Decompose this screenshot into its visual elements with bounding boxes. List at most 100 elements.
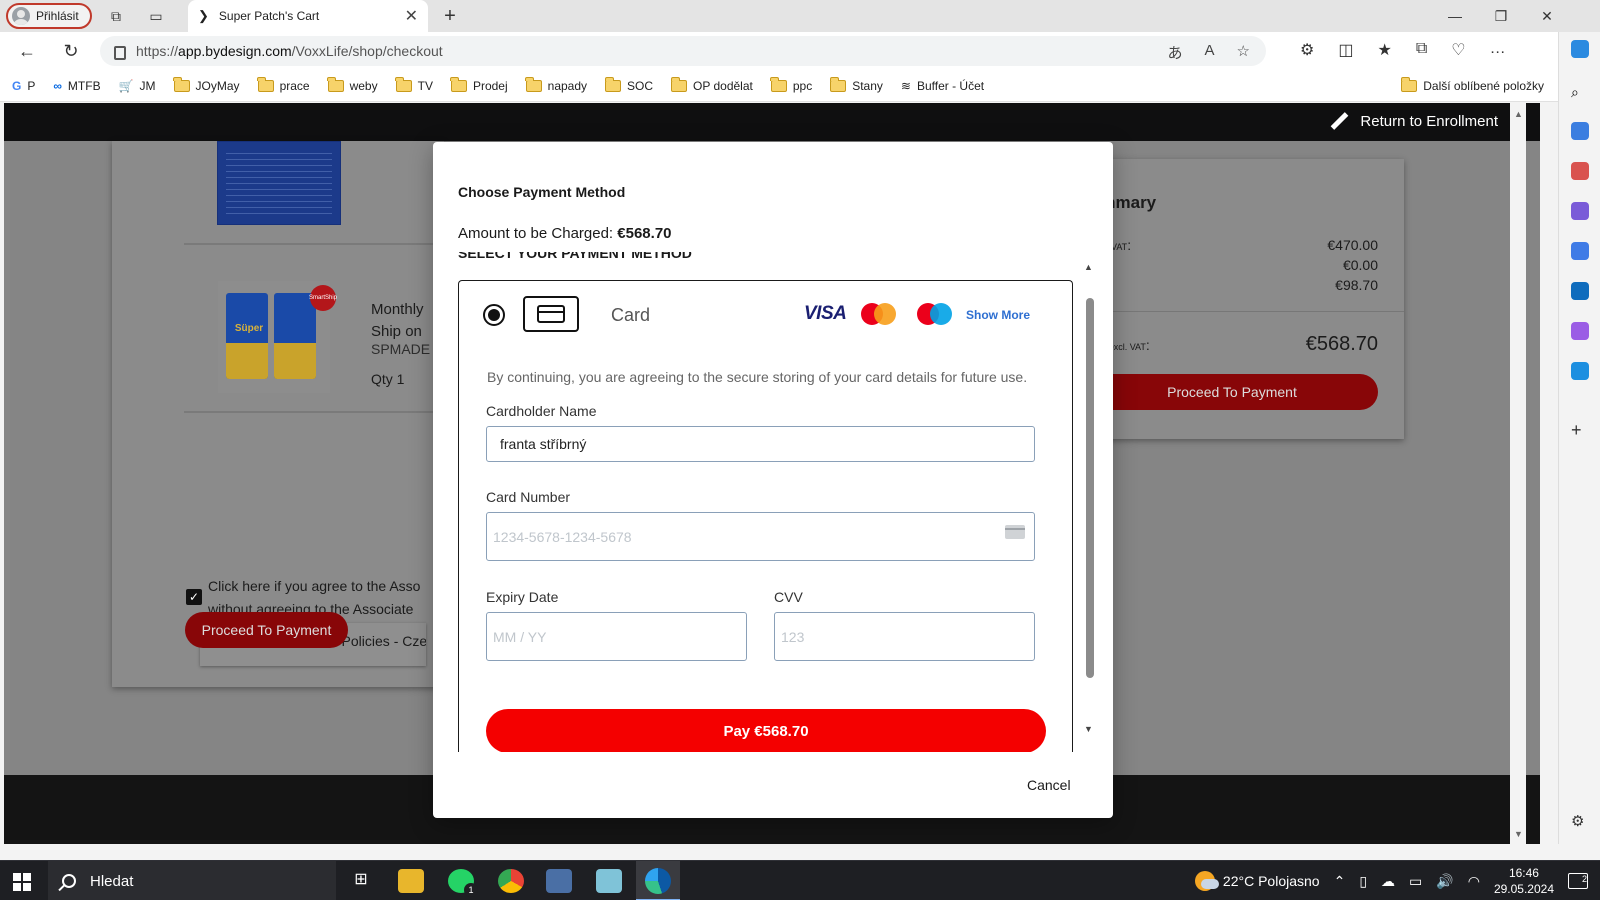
tab-active[interactable]: ❯ Super Patch's Cart ✕ (188, 0, 428, 32)
scroll-up-icon[interactable]: ▲ (1084, 262, 1093, 272)
games-icon[interactable] (1571, 202, 1589, 220)
send-icon[interactable] (1571, 362, 1589, 380)
maestro-icon (917, 303, 953, 325)
bookmark-folder[interactable]: prace (257, 76, 310, 93)
cancel-button[interactable]: Cancel (1027, 777, 1071, 793)
bookmark-folder[interactable]: TV (395, 76, 433, 93)
tab-actions-icon[interactable]: ▭ (146, 6, 166, 26)
notepad-icon[interactable] (596, 869, 622, 893)
url-field[interactable]: https://app.bydesign.com/VoxxLife/shop/c… (100, 36, 1266, 66)
new-tab-button[interactable]: + (438, 4, 462, 28)
summary-row: €0.00 (1342, 257, 1378, 273)
collections-icon[interactable]: ⧉ (1416, 40, 1427, 60)
favorite-star-icon[interactable]: ☆ (1237, 42, 1250, 63)
taskbar-search[interactable]: Hledat (48, 861, 336, 900)
proceed-to-payment-button[interactable]: Proceed To Payment (185, 612, 348, 648)
weather-widget[interactable]: 22°C Polojasno (1194, 871, 1320, 891)
task-view-icon[interactable]: ⊞ (348, 869, 374, 893)
volume-icon[interactable]: 🔊 (1436, 873, 1453, 890)
onedrive-icon[interactable]: ☁ (1381, 873, 1395, 890)
bookmark-folder[interactable]: weby (327, 76, 378, 93)
folder-icon (450, 76, 467, 92)
add-sidebar-app-icon[interactable]: + (1571, 420, 1589, 440)
bookmark-item[interactable]: GP (12, 79, 35, 93)
translate-icon[interactable]: あ (1168, 42, 1183, 63)
whatsapp-icon[interactable]: 1 (448, 869, 478, 897)
bookmark-folder[interactable]: napady (525, 76, 587, 93)
card-number-input[interactable]: 1234-5678-1234-5678 (486, 512, 1035, 561)
more-menu-icon[interactable]: … (1490, 40, 1506, 60)
refresh-button[interactable]: ↻ (60, 40, 82, 62)
microsoft365-icon[interactable] (1571, 242, 1589, 260)
minimize-button[interactable]: — (1432, 0, 1478, 32)
copilot-icon[interactable] (1571, 40, 1589, 58)
expiry-date-input[interactable]: MM / YY (486, 612, 747, 661)
credit-card-icon (523, 296, 579, 332)
battery-icon[interactable]: ▭ (1409, 873, 1422, 890)
outlook-icon[interactable] (1571, 282, 1589, 300)
tab-close-icon[interactable]: ✕ (405, 6, 418, 26)
bookmark-folder[interactable]: Prodej (450, 76, 508, 93)
show-hidden-icons-icon[interactable]: ⌃ (1334, 873, 1346, 890)
scroll-down-icon[interactable]: ▼ (1084, 724, 1093, 734)
bookmark-folder[interactable]: SOC (604, 76, 653, 93)
method-radio[interactable] (483, 304, 505, 326)
designer-icon[interactable] (1571, 322, 1589, 340)
pay-button[interactable]: Pay €568.70 (486, 709, 1046, 752)
amount-to-charge: Amount to be Charged: €568.70 (458, 225, 672, 242)
summary-total: tal excl. VAT: €568.70 (1090, 333, 1378, 355)
calculator-icon[interactable] (546, 869, 572, 893)
product-image: Süper SmartShip (218, 281, 337, 393)
meet-icon[interactable]: ▯ (1359, 873, 1367, 890)
folder-icon (829, 76, 847, 92)
summary-proceed-button[interactable]: Proceed To Payment (1086, 374, 1378, 410)
notifications-icon[interactable]: 2 (1568, 873, 1588, 889)
bookmark-item[interactable]: ≋ Buffer - Účet (901, 79, 984, 93)
scroll-thumb[interactable] (1086, 298, 1094, 678)
file-explorer-icon[interactable] (398, 869, 424, 893)
search-icon[interactable]: ⌕ (1571, 84, 1589, 102)
payment-method-option[interactable]: Card VISA Show More (459, 281, 1072, 351)
product-sku: SPMADE (371, 341, 431, 357)
bookmark-item[interactable]: 🛒 JM (119, 79, 156, 93)
show-more-link[interactable]: Show More (966, 308, 1030, 322)
favorites-icon[interactable]: ★ (1377, 40, 1391, 60)
profile-avatar-icon (12, 7, 30, 25)
wifi-icon[interactable]: ◠ (1468, 873, 1480, 890)
extensions-icon[interactable]: ⚙ (1300, 40, 1314, 60)
order-summary-panel: ummary excl. VAT: €470.00 €0.00 €98.70 t… (1086, 159, 1404, 439)
bookmark-folder[interactable]: JOyMay (173, 76, 240, 93)
split-screen-icon[interactable]: ◫ (1338, 40, 1353, 60)
clock[interactable]: 16:46 29.05.2024 (1494, 865, 1554, 897)
cardholder-name-input[interactable]: franta stříbrný (486, 426, 1035, 462)
close-window-button[interactable]: ✕ (1524, 0, 1570, 32)
shopping-icon[interactable] (1571, 122, 1589, 140)
agree-checkbox[interactable]: ✓ (186, 589, 202, 605)
browser-essentials-icon[interactable]: ♡ (1451, 40, 1465, 60)
scroll-up-icon[interactable]: ▲ (1514, 109, 1523, 119)
restore-button[interactable]: ❐ (1478, 0, 1524, 32)
workspaces-icon[interactable]: ⧉ (106, 6, 126, 26)
read-aloud-icon[interactable]: A (1205, 42, 1215, 63)
back-button[interactable]: ← (16, 40, 38, 62)
chrome-icon[interactable] (498, 869, 524, 893)
folder-icon (670, 76, 688, 92)
profile-button[interactable]: Přihlásit (6, 3, 92, 29)
windows-start-icon[interactable] (13, 873, 31, 891)
edge-taskbar-button[interactable] (636, 861, 680, 900)
bookmark-item[interactable]: ∞ MTFB (53, 79, 100, 93)
page-scrollbar[interactable]: ▲ ▼ (1510, 103, 1526, 844)
bookmark-folder[interactable]: OP dodělat (670, 76, 753, 93)
profile-label: Přihlásit (36, 9, 79, 23)
scroll-down-icon[interactable]: ▼ (1514, 829, 1523, 839)
tools-icon[interactable] (1571, 162, 1589, 180)
bookmark-folder[interactable]: Stany (829, 76, 883, 93)
other-bookmarks[interactable]: Další oblíbené položky (1400, 70, 1544, 102)
cvv-input[interactable]: 123 (774, 612, 1035, 661)
edge-sidebar: ⌕ + ⚙ (1558, 32, 1600, 844)
return-to-enrollment-link[interactable]: Return to Enrollment (1330, 112, 1498, 130)
folder-icon (770, 76, 787, 92)
bookmark-folder[interactable]: ppc (770, 76, 812, 93)
modal-scrollbar[interactable]: ▲ ▼ (1082, 262, 1096, 738)
sidebar-settings-icon[interactable]: ⚙ (1571, 812, 1589, 830)
